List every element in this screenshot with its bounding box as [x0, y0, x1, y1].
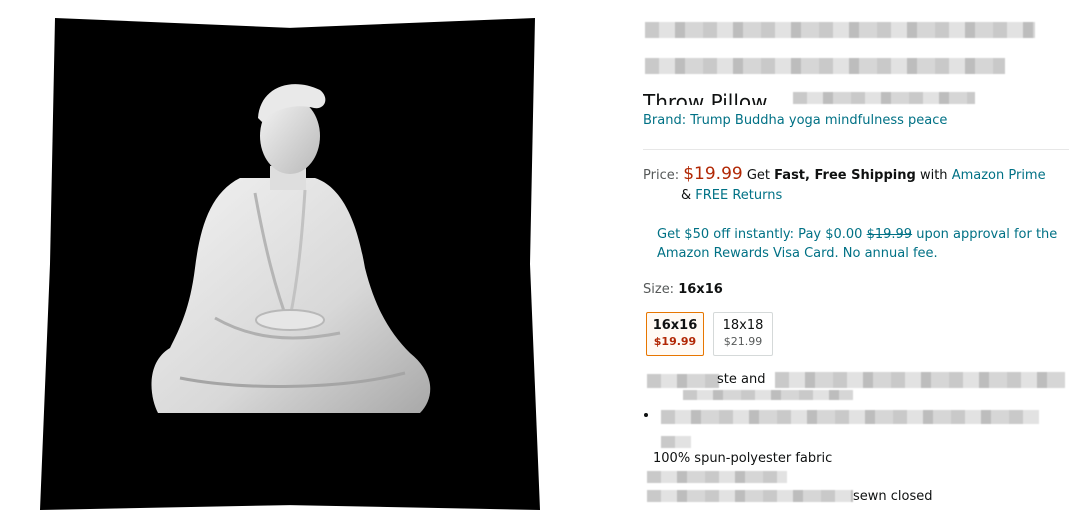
size-label-text: Size: — [643, 282, 675, 297]
brand-link[interactable]: Brand: Trump Buddha yoga mindfulness pea… — [643, 113, 947, 128]
divider — [643, 149, 1069, 150]
size-option-18x18[interactable]: 18x18 $21.99 — [713, 312, 773, 356]
blurred-text — [647, 374, 719, 388]
blurred-title-line-3 — [793, 92, 975, 104]
size-option-price: $19.99 — [653, 335, 697, 348]
buddha-statue-image — [151, 84, 431, 413]
selected-size: 16x16 — [678, 282, 723, 297]
blurred-bullet-text — [661, 410, 1039, 424]
blurred-title-line-1 — [645, 22, 1035, 38]
price-row: Price: $19.99 Get Fast, Free Shipping wi… — [643, 164, 1046, 184]
size-label: Size: 16x16 — [643, 282, 723, 297]
blurred-title-line-2 — [645, 58, 1005, 74]
shipping-with: with — [919, 168, 948, 183]
size-option-price: $21.99 — [723, 335, 763, 348]
amazon-prime-link[interactable]: Amazon Prime — [952, 168, 1046, 183]
promo-text-1: Get $50 off instantly: Pay $0.00 — [657, 227, 863, 242]
promo-strike-price: $19.99 — [866, 227, 913, 242]
free-returns-link[interactable]: FREE Returns — [695, 188, 782, 203]
returns-row: & FREE Returns — [681, 188, 782, 203]
price-label: Price: — [643, 168, 680, 183]
product-image[interactable] — [40, 18, 540, 510]
blurred-text — [647, 490, 853, 502]
returns-prefix: & — [681, 188, 692, 203]
partial-text: ste and — [717, 372, 766, 387]
shipping-prefix: Get — [746, 168, 771, 183]
blurred-text — [775, 372, 1065, 388]
fast-free-shipping: Fast, Free Shipping — [774, 168, 916, 183]
rewards-card-promo[interactable]: Get $50 off instantly: Pay $0.00 $19.99 … — [657, 225, 1067, 263]
bullet-icon — [644, 413, 648, 417]
size-option-label: 18x18 — [722, 318, 764, 333]
product-title: Throw Pillow, — [643, 90, 774, 105]
blurred-text — [683, 390, 853, 400]
feature-fabric: 100% spun-polyester fabric — [653, 451, 833, 466]
price-value: $19.99 — [683, 164, 743, 184]
feature-sewn-closed: sewn closed — [853, 489, 933, 504]
blurred-text — [661, 436, 691, 448]
size-option-16x16[interactable]: 16x16 $19.99 — [646, 312, 704, 356]
blurred-text — [647, 471, 787, 483]
size-option-label: 16x16 — [652, 318, 698, 333]
